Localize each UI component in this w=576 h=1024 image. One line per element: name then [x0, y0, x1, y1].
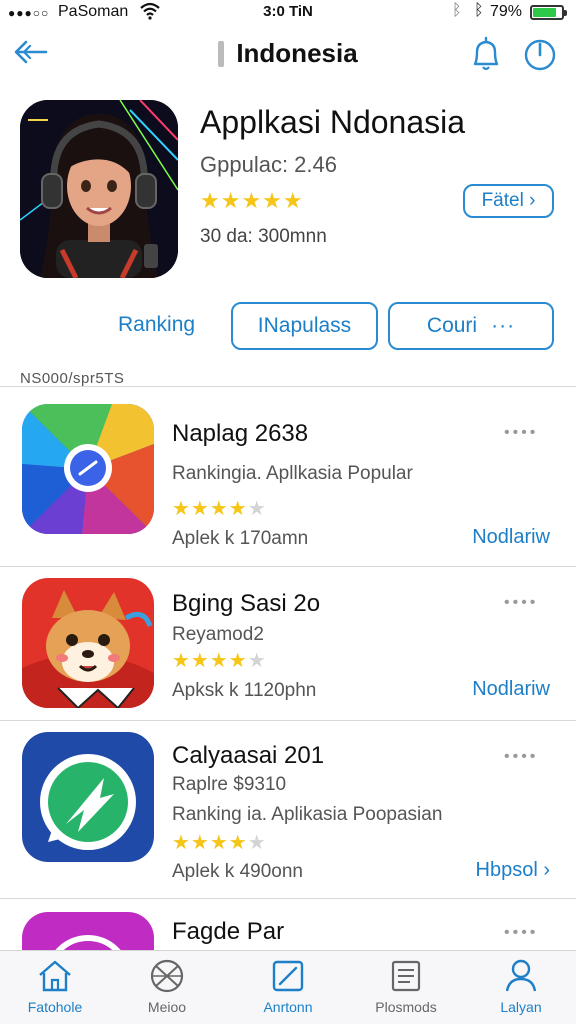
list-item[interactable]: Calyaasai 201 •••• Raplre $9310 Ranking …	[0, 728, 576, 898]
app-icon-compass	[22, 404, 154, 534]
power-icon	[524, 39, 556, 71]
app-description: Rankingia. Apllkasia Popular	[172, 463, 413, 484]
divider	[0, 720, 576, 721]
power-button[interactable]	[520, 34, 560, 74]
document-list-icon	[391, 960, 421, 992]
basketball-icon	[150, 959, 184, 993]
nav-bar: Indonesia	[0, 26, 576, 82]
more-dots-icon: ···	[491, 314, 516, 337]
rating-stars-filled: ★★★★	[172, 832, 248, 854]
rating-stars-empty: ★	[247, 832, 267, 854]
tab-count[interactable]: Couri ···	[388, 302, 554, 350]
bluetooth-icon: ᛒ	[452, 2, 462, 19]
battery-percent: 79%	[490, 3, 523, 20]
open-button[interactable]: Hbpsol ›	[476, 859, 550, 882]
tab-popular[interactable]: INapulass	[231, 302, 378, 350]
app-description: Raplre $9310	[172, 774, 287, 795]
rating-stars-empty: ★	[247, 498, 267, 520]
fetch-button[interactable]: Fätel ›	[463, 184, 554, 218]
divider	[0, 898, 576, 899]
more-icon[interactable]: ••••	[504, 748, 538, 766]
download-button[interactable]: Nodlariw	[472, 678, 550, 701]
tab-count-label: Couri	[426, 314, 478, 337]
tab-bar: Fatohole Meioo Anrtonn Plosmods Lalyan	[0, 950, 576, 1024]
more-icon[interactable]: ••••	[504, 594, 538, 612]
tabbar-item-updates[interactable]: Plosmods	[351, 959, 461, 1015]
app-icon-purple	[22, 912, 154, 950]
featured-app-meta: 30 da: 300mnn	[200, 226, 327, 247]
featured-app-title: Applkasi Ndonasia	[200, 104, 466, 140]
title-marker	[218, 40, 225, 67]
app-meta: Apksk k 1120phn	[172, 680, 317, 701]
download-button[interactable]: Nodlariw	[472, 526, 550, 549]
section-label: NS000/spr5TS	[20, 370, 125, 387]
person-icon	[505, 959, 537, 992]
tabbar-item-account[interactable]: Lalyan	[466, 959, 576, 1015]
bell-icon	[473, 36, 499, 71]
notification-button[interactable]	[466, 34, 506, 74]
app-rating: ★★★★★	[172, 648, 267, 673]
more-icon[interactable]: ••••	[504, 924, 538, 942]
featured-app-rating: ★★★★★	[200, 188, 304, 213]
app-meta: Aplek k 170amn	[172, 528, 309, 549]
rating-stars-filled: ★★★★	[172, 650, 248, 672]
tabbar-label: Anrtonn	[263, 999, 313, 1015]
app-title: Fagde Par	[172, 918, 285, 945]
app-title: Bging Sasi 2o	[172, 590, 321, 617]
page-title: Indonesia	[236, 38, 358, 68]
tabbar-label: Fatohole	[27, 999, 83, 1015]
more-icon[interactable]: ••••	[504, 424, 538, 442]
tabbar-item-apps[interactable]: Anrtonn	[233, 959, 343, 1015]
list-item[interactable]: Bging Sasi 2o •••• Reyamod2 ★★★★★ Apksk …	[0, 574, 576, 718]
home-icon	[39, 960, 71, 992]
rating-stars-filled: ★★★★	[172, 498, 248, 520]
app-icon-fox	[22, 578, 154, 708]
bluetooth-icon-secondary: ᛒ	[474, 2, 484, 19]
app-description: Reyamod2	[172, 624, 264, 645]
tab-ranking[interactable]: Ranking	[118, 313, 195, 337]
tabbar-label: Plosmods	[375, 999, 437, 1015]
divider	[0, 386, 576, 387]
tabbar-item-home[interactable]: Fatohole	[0, 959, 110, 1015]
tabbar-label: Lalyan	[500, 999, 542, 1015]
app-meta: Aplek k 490onn	[172, 861, 303, 882]
app-rating: ★★★★★	[172, 830, 267, 855]
avatar-headphones-image	[20, 100, 178, 278]
app-icon-chat	[22, 732, 154, 862]
divider	[0, 566, 576, 567]
rating-stars-empty: ★	[247, 650, 267, 672]
battery-icon	[530, 5, 567, 20]
app-title: Naplag 2638	[172, 420, 309, 447]
app-title: Calyaasai 201	[172, 742, 325, 769]
edit-square-icon	[272, 960, 304, 992]
status-bar: ●●●○○ PaSoman 3:0 TiN ᛒ ᛒ 79%	[0, 0, 576, 26]
app-rating: ★★★★★	[172, 496, 267, 521]
featured-app-icon[interactable]	[20, 100, 178, 278]
app-description-secondary: Ranking ia. Aplikasia Poopasian	[172, 804, 443, 825]
list-item[interactable]: Naplag 2638 •••• Rankingia. Apllkasia Po…	[0, 400, 576, 564]
tabbar-item-games[interactable]: Meioo	[112, 959, 222, 1015]
tabbar-label: Meioo	[147, 999, 187, 1015]
featured-app-subtitle: Gppulac: 2.46	[200, 152, 337, 177]
list-item[interactable]: Fagde Par ••••	[0, 906, 576, 950]
